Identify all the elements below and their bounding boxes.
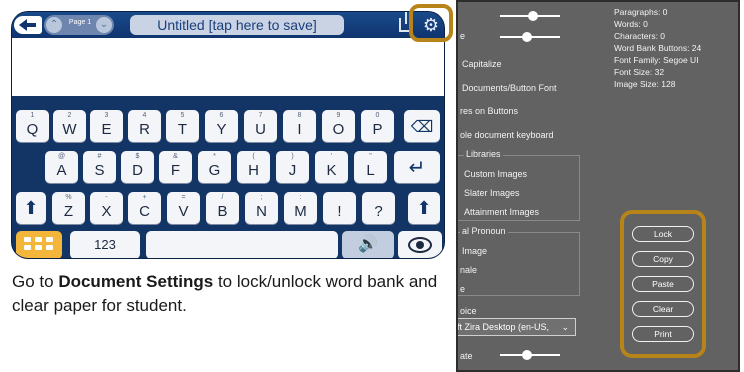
key-d[interactable]: $ D bbox=[121, 151, 154, 183]
page-navigator: ⌃ Page 1 ⌄ bbox=[44, 15, 114, 35]
key-h[interactable]: (H bbox=[237, 151, 270, 183]
buttons-label[interactable]: res on Buttons bbox=[460, 106, 518, 116]
key-g[interactable]: * G bbox=[198, 151, 231, 183]
stat-font-family: Font Family: Segoe UI bbox=[614, 55, 699, 65]
actions-highlight-box bbox=[620, 210, 706, 358]
chevron-down-icon: ⌄ bbox=[561, 322, 569, 332]
space-bar[interactable] bbox=[146, 231, 338, 258]
key-exclamation[interactable]: ! bbox=[323, 192, 356, 224]
key-w[interactable]: 2W bbox=[53, 110, 86, 142]
back-button[interactable] bbox=[14, 16, 42, 34]
key-a[interactable]: @ A bbox=[45, 151, 78, 183]
numbers-button[interactable]: 123 bbox=[70, 231, 140, 258]
key-l[interactable]: " L bbox=[354, 151, 387, 183]
custom-images-option[interactable]: Custom Images bbox=[464, 169, 527, 179]
top-toolbar: ⌃ Page 1 ⌄ Untitled [tap here to save] ⚙ bbox=[12, 12, 444, 38]
shift-right-button[interactable]: ⬆ bbox=[408, 192, 440, 224]
key-f[interactable]: & F bbox=[159, 151, 192, 183]
attainment-images-option[interactable]: Attainment Images bbox=[464, 207, 539, 217]
stat-word-bank-buttons: Word Bank Buttons: 24 bbox=[614, 43, 702, 53]
key-question[interactable]: ? bbox=[362, 192, 395, 224]
grid-icon bbox=[24, 237, 31, 242]
key-v[interactable]: = V bbox=[167, 192, 200, 224]
pronoun-group bbox=[458, 232, 580, 296]
document-paper[interactable] bbox=[12, 38, 444, 96]
stat-font-size: Font Size: 32 bbox=[614, 67, 665, 77]
speak-button[interactable]: 🔊 bbox=[342, 231, 394, 258]
rate-slider[interactable] bbox=[500, 350, 560, 360]
key-j[interactable]: ) J bbox=[276, 151, 309, 183]
voice-select[interactable]: ft Zira Desktop (en-US, ⌄ bbox=[458, 318, 576, 336]
page-label: Page 1 bbox=[68, 19, 92, 26]
font-label[interactable]: Documents/Button Font bbox=[462, 83, 557, 93]
enter-icon: ↵ bbox=[408, 157, 426, 179]
setting-label: e bbox=[460, 31, 466, 41]
key-z[interactable]: % Z bbox=[52, 192, 85, 224]
key-x[interactable]: -X bbox=[90, 192, 123, 224]
pronoun-other-option[interactable]: e bbox=[460, 284, 465, 294]
key-n[interactable]: ; N bbox=[245, 192, 278, 224]
gear-highlight-box bbox=[409, 4, 453, 42]
shift-left-button[interactable]: ⬆ bbox=[16, 192, 46, 224]
word-bank-grid-button[interactable] bbox=[16, 231, 62, 258]
key-i[interactable]: 8I bbox=[283, 110, 316, 142]
slider-thumb[interactable] bbox=[522, 350, 532, 360]
stat-characters: Characters: 0 bbox=[614, 31, 666, 41]
key-b[interactable]: / B bbox=[206, 192, 239, 224]
backspace-icon: ⌫ bbox=[410, 119, 434, 136]
rate-label: ate bbox=[460, 351, 473, 361]
keyboard-label[interactable]: ole document keyboard bbox=[460, 130, 554, 140]
shift-icon: ⬆ bbox=[23, 198, 39, 218]
pronoun-label: al Pronoun bbox=[460, 226, 508, 236]
voice-label: oice bbox=[460, 306, 477, 316]
key-m[interactable]: :M bbox=[284, 192, 317, 224]
slater-images-option[interactable]: Slater Images bbox=[464, 188, 520, 198]
document-settings-emphasis: Document Settings bbox=[58, 272, 214, 291]
key-p[interactable]: 0P bbox=[361, 110, 394, 142]
slider-thumb[interactable] bbox=[522, 32, 532, 42]
stat-paragraphs: Paragraphs: 0 bbox=[614, 7, 668, 17]
top-slider[interactable] bbox=[500, 11, 560, 21]
key-s[interactable]: # S bbox=[83, 151, 116, 183]
page-down-icon[interactable]: ⌄ bbox=[96, 17, 112, 33]
pronoun-male-option[interactable]: nale bbox=[460, 265, 477, 275]
capitalize-label[interactable]: Capitalize bbox=[462, 59, 502, 69]
key-r[interactable]: 4R bbox=[128, 110, 161, 142]
pronoun-image-option[interactable]: Image bbox=[462, 246, 487, 256]
stat-image-size: Image Size: 128 bbox=[614, 79, 676, 89]
speaker-icon: 🔊 bbox=[358, 236, 378, 253]
document-settings-panel: e Capitalize Documents/Button Font res o… bbox=[456, 0, 740, 372]
key-t[interactable]: 5T bbox=[166, 110, 199, 142]
key-e[interactable]: 3E bbox=[90, 110, 123, 142]
shift-icon: ⬆ bbox=[416, 198, 432, 218]
libraries-label: Libraries bbox=[464, 149, 503, 159]
instruction-caption: Go to Document Settings to lock/unlock w… bbox=[12, 272, 438, 315]
key-c[interactable]: + C bbox=[128, 192, 161, 224]
size-slider[interactable] bbox=[500, 32, 560, 42]
page-up-icon[interactable]: ⌃ bbox=[46, 17, 62, 33]
stat-words: Words: 0 bbox=[614, 19, 648, 29]
app-window: ⌃ Page 1 ⌄ Untitled [tap here to save] ⚙… bbox=[12, 12, 444, 258]
enter-button[interactable]: ↵ bbox=[394, 151, 440, 183]
backspace-button[interactable]: ⌫ bbox=[404, 110, 440, 142]
key-o[interactable]: 9O bbox=[322, 110, 355, 142]
document-title[interactable]: Untitled [tap here to save] bbox=[130, 15, 344, 35]
key-y[interactable]: 6Y bbox=[205, 110, 238, 142]
key-q[interactable]: 1Q bbox=[16, 110, 49, 142]
key-u[interactable]: 7U bbox=[244, 110, 277, 142]
slider-thumb[interactable] bbox=[528, 11, 538, 21]
key-k[interactable]: ' K bbox=[315, 151, 348, 183]
view-button[interactable] bbox=[398, 231, 442, 258]
